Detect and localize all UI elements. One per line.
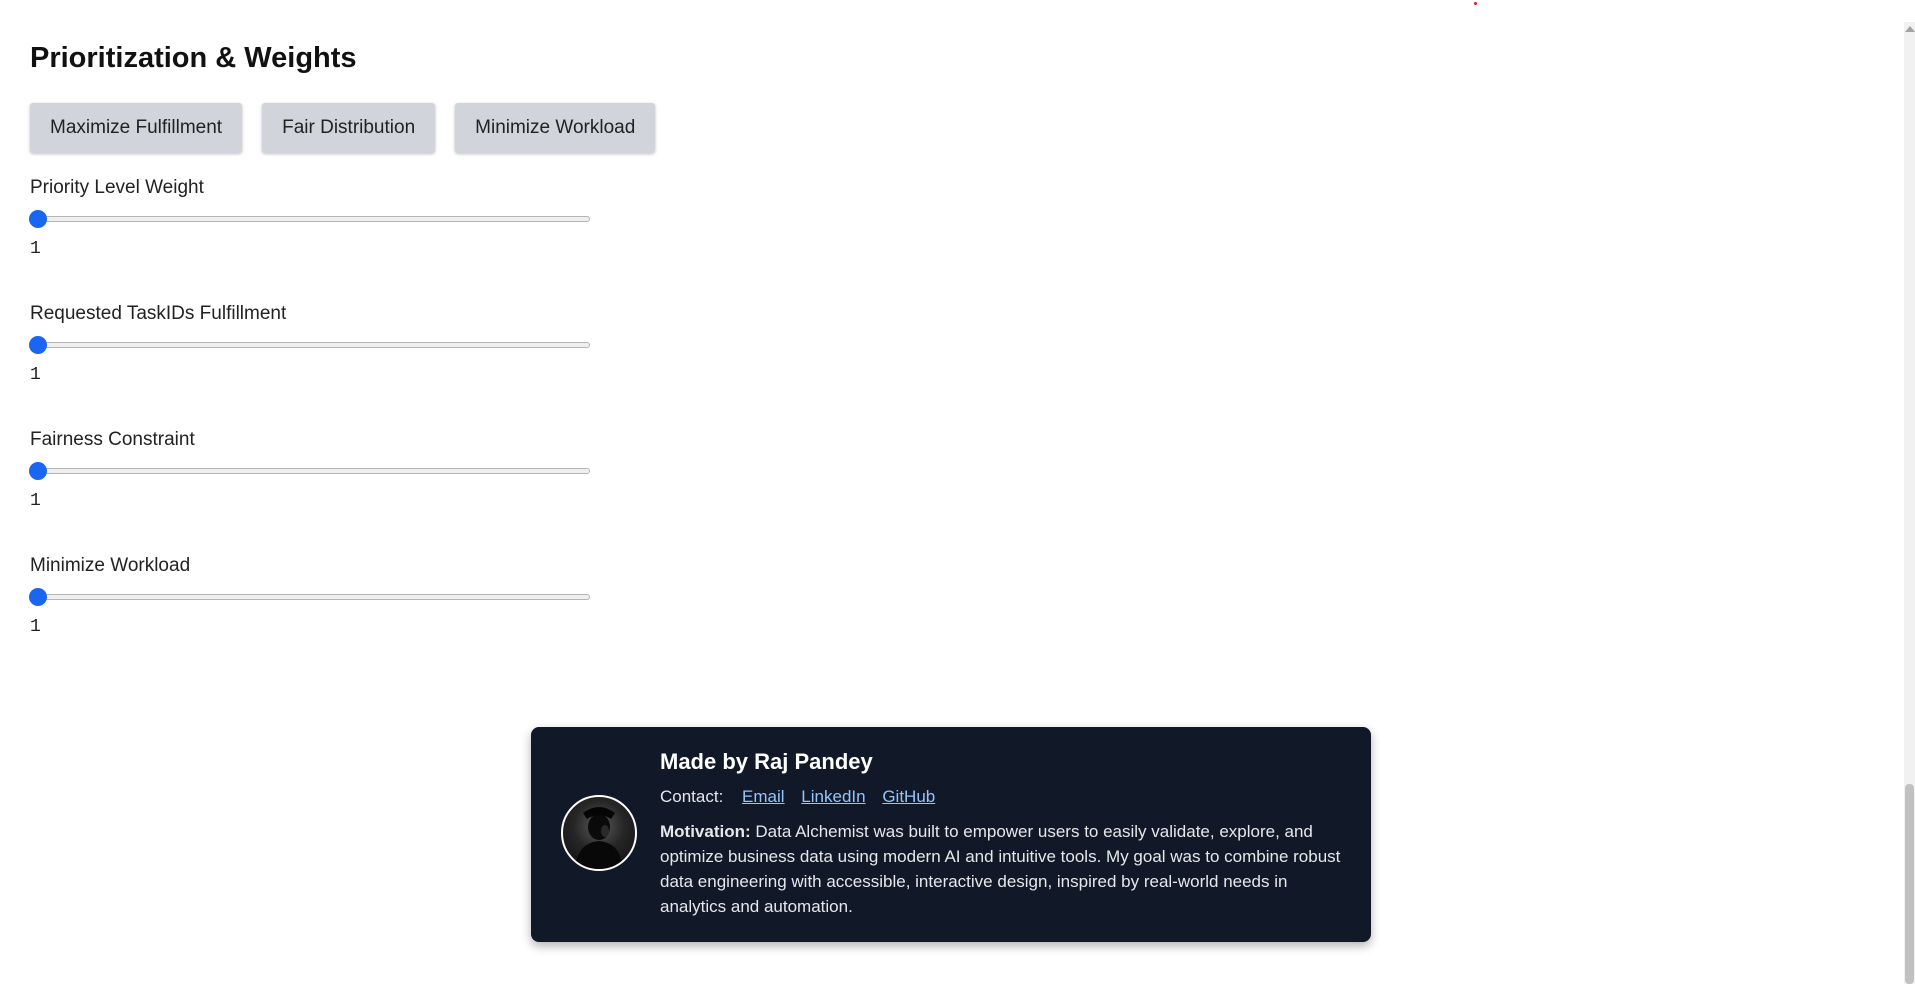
requested-taskids-fulfillment-label: Requested TaskIDs Fulfillment	[30, 303, 287, 324]
contact-label: Contact:	[660, 787, 724, 806]
preset-buttons: Maximize Fulfillment Fair Distribution M…	[30, 103, 656, 153]
minimize-workload-value: 1	[30, 617, 41, 637]
priority-level-weight-control: Priority Level Weight 1	[29, 176, 590, 259]
motivation-body: Data Alchemist was built to empower user…	[660, 822, 1341, 916]
fairness-constraint-value: 1	[30, 491, 41, 511]
requested-taskids-fulfillment-slider[interactable]	[29, 334, 590, 358]
cursor-marker	[1474, 2, 1477, 5]
slider-track	[30, 216, 590, 222]
vertical-scrollbar[interactable]	[1904, 22, 1915, 984]
minimize-workload-control: Minimize Workload 1	[29, 554, 590, 637]
email-link[interactable]: Email	[742, 787, 785, 806]
avatar	[561, 795, 637, 871]
slider-thumb[interactable]	[29, 210, 47, 228]
slider-thumb[interactable]	[29, 462, 47, 480]
author-title: Made by Raj Pandey	[660, 749, 873, 774]
contact-row: Contact: Email LinkedIn GitHub	[660, 787, 1350, 807]
slider-thumb[interactable]	[29, 588, 47, 606]
page: Prioritization & Weights Maximize Fulfil…	[0, 0, 1915, 984]
fairness-constraint-control: Fairness Constraint 1	[29, 428, 590, 511]
priority-level-weight-slider[interactable]	[29, 208, 590, 232]
fairness-constraint-slider[interactable]	[29, 460, 590, 484]
avatar-silhouette-icon	[575, 807, 623, 869]
linkedin-link[interactable]: LinkedIn	[801, 787, 865, 806]
slider-track	[30, 594, 590, 600]
card-body: Made by Raj Pandey Contact: Email Linked…	[660, 749, 1350, 919]
requested-taskids-fulfillment-control: Requested TaskIDs Fulfillment 1	[29, 302, 590, 385]
author-credit-card: Made by Raj Pandey Contact: Email Linked…	[531, 727, 1371, 942]
slider-thumb[interactable]	[29, 336, 47, 354]
fairness-constraint-label: Fairness Constraint	[30, 429, 195, 450]
maximize-fulfillment-button[interactable]: Maximize Fulfillment	[30, 103, 243, 153]
minimize-workload-button[interactable]: Minimize Workload	[455, 103, 656, 153]
motivation-text: Motivation: Data Alchemist was built to …	[660, 819, 1350, 919]
minimize-workload-slider[interactable]	[29, 586, 590, 610]
section-title: Prioritization & Weights	[30, 42, 357, 74]
slider-track	[30, 342, 590, 348]
minimize-workload-label: Minimize Workload	[30, 555, 191, 576]
scroll-up-arrow-icon[interactable]	[1905, 26, 1915, 32]
fair-distribution-button[interactable]: Fair Distribution	[262, 103, 436, 153]
motivation-label: Motivation:	[660, 822, 751, 841]
priority-level-weight-value: 1	[30, 239, 41, 259]
priority-level-weight-label: Priority Level Weight	[30, 177, 204, 198]
scrollbar-thumb[interactable]	[1905, 784, 1914, 984]
github-link[interactable]: GitHub	[882, 787, 935, 806]
slider-track	[30, 468, 590, 474]
requested-taskids-fulfillment-value: 1	[30, 365, 41, 385]
